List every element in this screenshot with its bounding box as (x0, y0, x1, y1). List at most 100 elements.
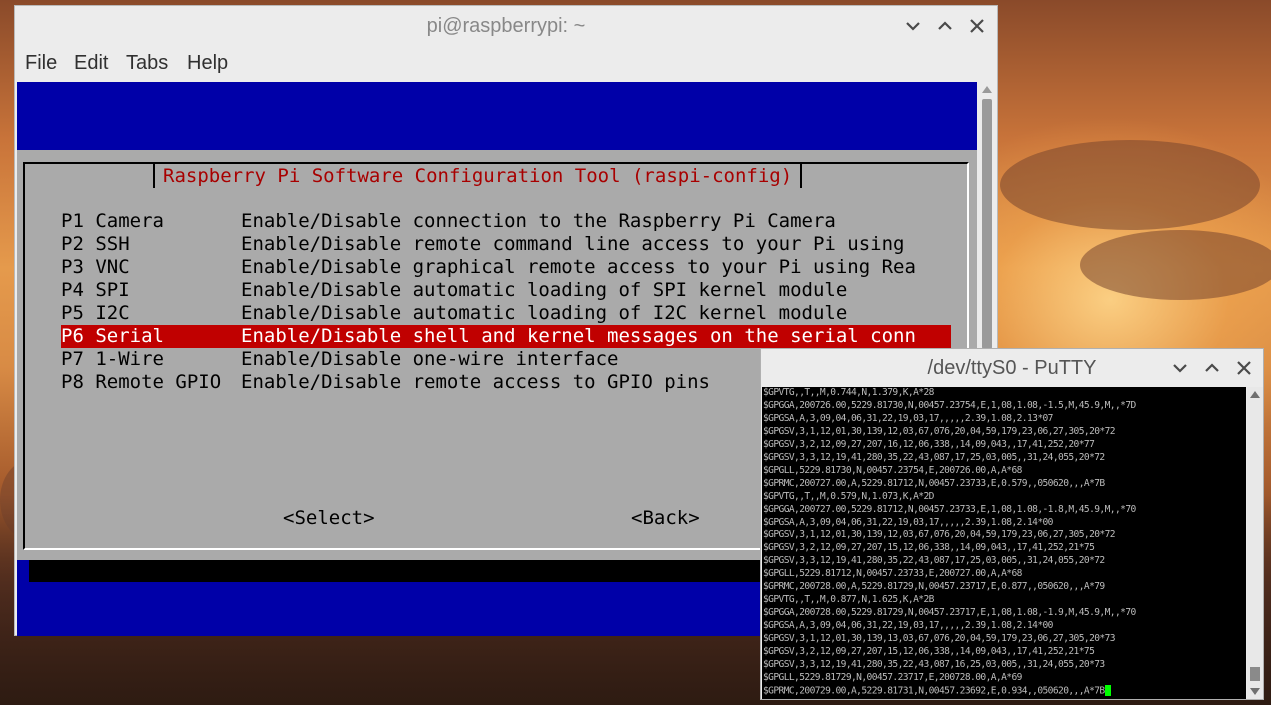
chevron-down-icon (1173, 364, 1187, 373)
output-line-text: $GPVTG,,T,,M,0.877,N,1.625,K,A*2B (763, 594, 934, 606)
chevron-up-icon (938, 21, 952, 30)
menu-option-key: P7 1-Wire (61, 348, 164, 370)
menu-option-key: P5 I2C (61, 302, 130, 324)
output-line: $GPGSV,3,2,12,09,27,207,15,12,06,338,,14… (762, 646, 1246, 659)
menu-option[interactable]: P4 SPI Enable/Disable automatic loading o… (61, 279, 951, 302)
scroll-up-arrow-icon[interactable] (1250, 391, 1260, 398)
menu-tabs[interactable]: Tabs (126, 52, 168, 75)
output-line-text: $GPGSV,3,3,12,19,41,280,35,22,43,087,16,… (763, 659, 1105, 671)
terminal-menubar: File Edit Tabs Help (15, 46, 997, 82)
chevron-down-icon (906, 22, 920, 31)
putty-scrollbar[interactable] (1247, 387, 1263, 699)
output-line: $GPGSV,3,2,12,09,27,207,15,12,06,338,,14… (762, 542, 1246, 555)
output-line: $GPGSV,3,3,12,19,41,280,35,22,43,087,17,… (762, 555, 1246, 568)
terminal-titlebar[interactable]: pi@raspberrypi: ~ (15, 6, 997, 46)
maximize-button[interactable] (931, 12, 959, 40)
close-icon (1237, 361, 1251, 375)
output-line: $GPGGA,200728.00,5229.81729,N,00457.2371… (762, 607, 1246, 620)
putty-terminal-output[interactable]: $GPVTG,,T,,M,0.744,N,1.379,K,A*28 $GPGGA,… (762, 387, 1246, 699)
putty-close-button[interactable] (1230, 354, 1258, 382)
output-line-text: $GPGGA,200726.00,5229.81730,N,00457.2375… (763, 399, 1136, 411)
output-line-text: $GPGSA,A,3,09,04,06,31,22,19,03,17,,,,,2… (763, 620, 1053, 632)
output-line: $GPGSV,3,3,12,19,41,280,35,22,43,087,16,… (762, 659, 1246, 672)
menu-option-key: P2 SSH (61, 233, 130, 255)
minimize-button[interactable] (899, 12, 927, 40)
output-line-text: $GPGLL,5229.81712,N,00457.23733,E,200727… (763, 568, 1022, 580)
output-line-text: $GPGSV,3,1,12,01,30,139,12,03,67,076,20,… (763, 529, 1116, 541)
menu-option-description: Enable/Disable one-wire interface (241, 348, 619, 370)
close-button[interactable] (963, 12, 991, 40)
output-line: $GPGSV,3,2,12,09,27,207,16,12,06,338,,14… (762, 439, 1246, 452)
output-line: $GPGSV,3,1,12,01,30,139,12,03,67,076,20,… (762, 426, 1246, 439)
scrollbar-thumb[interactable] (1250, 667, 1260, 681)
menu-option-description: Enable/Disable connection to the Raspber… (241, 210, 836, 232)
output-line: $GPGSV,3,1,12,01,30,139,12,03,67,076,20,… (762, 529, 1246, 542)
back-button[interactable]: <Back> (631, 507, 700, 529)
menu-option-key: P4 SPI (61, 279, 130, 301)
menu-option[interactable]: P1 Camera Enable/Disable connection to th… (61, 210, 951, 233)
output-line-text: $GPGLL,5229.81730,N,00457.23754,E,200726… (763, 464, 1022, 476)
output-line-text: $GPGSV,3,3,12,19,41,280,35,22,43,087,17,… (763, 555, 1105, 567)
output-line: $GPGLL,5229.81712,N,00457.23733,E,200727… (762, 568, 1246, 581)
menu-option[interactable]: P3 VNC Enable/Disable graphical remote ac… (61, 256, 951, 279)
menu-option-key: P8 Remote GPIO (61, 371, 222, 393)
output-line-text: $GPGSV,3,2,12,09,27,207,15,12,06,338,,14… (763, 542, 1095, 554)
output-line: $GPRMC,200727.00,A,5229.81712,N,00457.23… (762, 478, 1246, 491)
output-line-text: $GPVTG,,T,,M,0.744,N,1.379,K,A*28 (763, 387, 934, 398)
output-line: $GPGGA,200727.00,5229.81712,N,00457.2373… (762, 504, 1246, 517)
terminal-title: pi@raspberrypi: ~ (426, 15, 586, 37)
scroll-up-arrow-icon[interactable] (982, 86, 992, 93)
wallpaper-cloud (1000, 140, 1260, 230)
output-line-text: $GPGSV,3,2,12,09,27,207,16,12,06,338,,14… (763, 438, 1095, 450)
putty-window: /dev/ttyS0 - PuTTY $GPVTG,,T,,M,0.744,N,… (760, 348, 1264, 700)
menu-option-description: Enable/Disable remote access to GPIO pin… (241, 371, 710, 393)
putty-maximize-button[interactable] (1198, 354, 1226, 382)
output-line: $GPRMC,200728.00,A,5229.81729,N,00457.23… (762, 581, 1246, 594)
output-line-text: $GPGSV,3,1,12,01,30,139,13,03,67,076,20,… (763, 633, 1116, 645)
menu-edit[interactable]: Edit (74, 52, 108, 75)
scrollbar-thumb[interactable] (982, 99, 992, 349)
output-line-text: $GPGLL,5229.81729,N,00457.23717,E,200728… (763, 671, 1022, 683)
text-cursor (1104, 684, 1111, 696)
output-line: $GPVTG,,T,,M,0.744,N,1.379,K,A*28 (762, 387, 1246, 400)
output-line-text: $GPGSA,A,3,09,04,06,31,22,19,03,17,,,,,2… (763, 516, 1053, 528)
menu-option[interactable]: P6 Serial Enable/Disable shell and kernel… (61, 325, 951, 348)
menu-option-key: P3 VNC (61, 256, 130, 278)
output-line-text: $GPGSV,3,3,12,19,41,280,35,22,43,087,17,… (763, 451, 1105, 463)
output-line-text: $GPVTG,,T,,M,0.579,N,1.073,K,A*2D (763, 490, 934, 502)
output-line: $GPGGA,200726.00,5229.81730,N,00457.2375… (762, 400, 1246, 413)
output-line: $GPVTG,,T,,M,0.877,N,1.625,K,A*2B (762, 594, 1246, 607)
output-line-text: $GPRMC,200728.00,A,5229.81729,N,00457.23… (763, 581, 1105, 593)
scroll-down-arrow-icon[interactable] (1250, 688, 1260, 695)
select-button[interactable]: <Select> (283, 507, 375, 529)
output-line-text: $GPGSA,A,3,09,04,06,31,22,19,03,17,,,,,2… (763, 412, 1053, 424)
wallpaper-cloud (1080, 230, 1271, 300)
menu-option[interactable]: P5 I2C Enable/Disable automatic loading o… (61, 302, 951, 325)
putty-minimize-button[interactable] (1166, 354, 1194, 382)
output-line: $GPGSA,A,3,09,04,06,31,22,19,03,17,,,,,2… (762, 517, 1246, 530)
output-line: $GPGSV,3,3,12,19,41,280,35,22,43,087,17,… (762, 452, 1246, 465)
output-line-text: $GPRMC,200727.00,A,5229.81712,N,00457.23… (763, 477, 1105, 489)
menu-help[interactable]: Help (187, 52, 228, 75)
output-line: $GPGSV,3,1,12,01,30,139,13,03,67,076,20,… (762, 633, 1246, 646)
output-line: $GPRMC,200729.00,A,5229.81731,N,00457.23… (762, 684, 1246, 698)
output-line-text: $GPRMC,200729.00,A,5229.81731,N,00457.23… (763, 685, 1105, 697)
output-line-text: $GPGGA,200727.00,5229.81712,N,00457.2373… (763, 503, 1136, 515)
menu-file[interactable]: File (25, 52, 57, 75)
menu-option-description: Enable/Disable graphical remote access t… (241, 256, 916, 278)
menu-option-description: Enable/Disable remote command line acces… (241, 233, 905, 255)
chevron-up-icon (1205, 363, 1219, 372)
menu-option-key: P1 Camera (61, 210, 164, 232)
menu-option-description: Enable/Disable shell and kernel messages… (241, 325, 916, 347)
output-line: $GPVTG,,T,,M,0.579,N,1.073,K,A*2D (762, 491, 1246, 504)
putty-titlebar[interactable]: /dev/ttyS0 - PuTTY (761, 349, 1263, 387)
output-line: $GPGLL,5229.81730,N,00457.23754,E,200726… (762, 465, 1246, 478)
output-line-text: $GPGSV,3,1,12,01,30,139,12,03,67,076,20,… (763, 425, 1116, 437)
menu-option-description: Enable/Disable automatic loading of I2C … (241, 302, 848, 324)
output-line-text: $GPGSV,3,2,12,09,27,207,15,12,06,338,,14… (763, 646, 1095, 658)
output-line: $GPGSA,A,3,09,04,06,31,22,19,03,17,,,,,2… (762, 620, 1246, 633)
output-line-text: $GPGGA,200728.00,5229.81729,N,00457.2371… (763, 607, 1136, 619)
menu-option-key: P6 Serial (61, 325, 164, 347)
menu-option[interactable]: P2 SSH Enable/Disable remote command line… (61, 233, 951, 256)
output-line: $GPGLL,5229.81729,N,00457.23717,E,200728… (762, 672, 1246, 685)
